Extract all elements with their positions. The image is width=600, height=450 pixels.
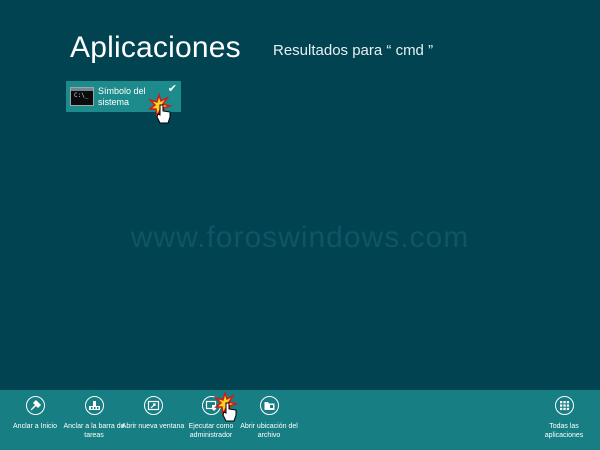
all-apps-icon <box>554 396 574 415</box>
open-file-location-label: Abrir ubicación del archivo <box>240 423 298 439</box>
all-apps-label: Todas las aplicaciones <box>544 423 584 439</box>
new-window-icon <box>143 396 163 415</box>
command-prompt-icon: C:\_ <box>70 87 94 106</box>
folder-icon <box>259 396 279 415</box>
all-apps-button[interactable]: Todas las aplicaciones <box>529 396 599 440</box>
taskbar-icon <box>84 396 104 415</box>
search-results-label: Resultados para “ cmd ” <box>273 42 434 59</box>
hand-cursor-icon <box>148 93 173 124</box>
watermark-text: www.foroswindows.com <box>130 221 470 254</box>
pin-icon <box>25 396 45 415</box>
open-file-location-button[interactable]: Abrir ubicación del archivo <box>234 396 304 440</box>
page-title: Aplicaciones <box>70 31 241 64</box>
hand-cursor-icon <box>214 391 239 422</box>
